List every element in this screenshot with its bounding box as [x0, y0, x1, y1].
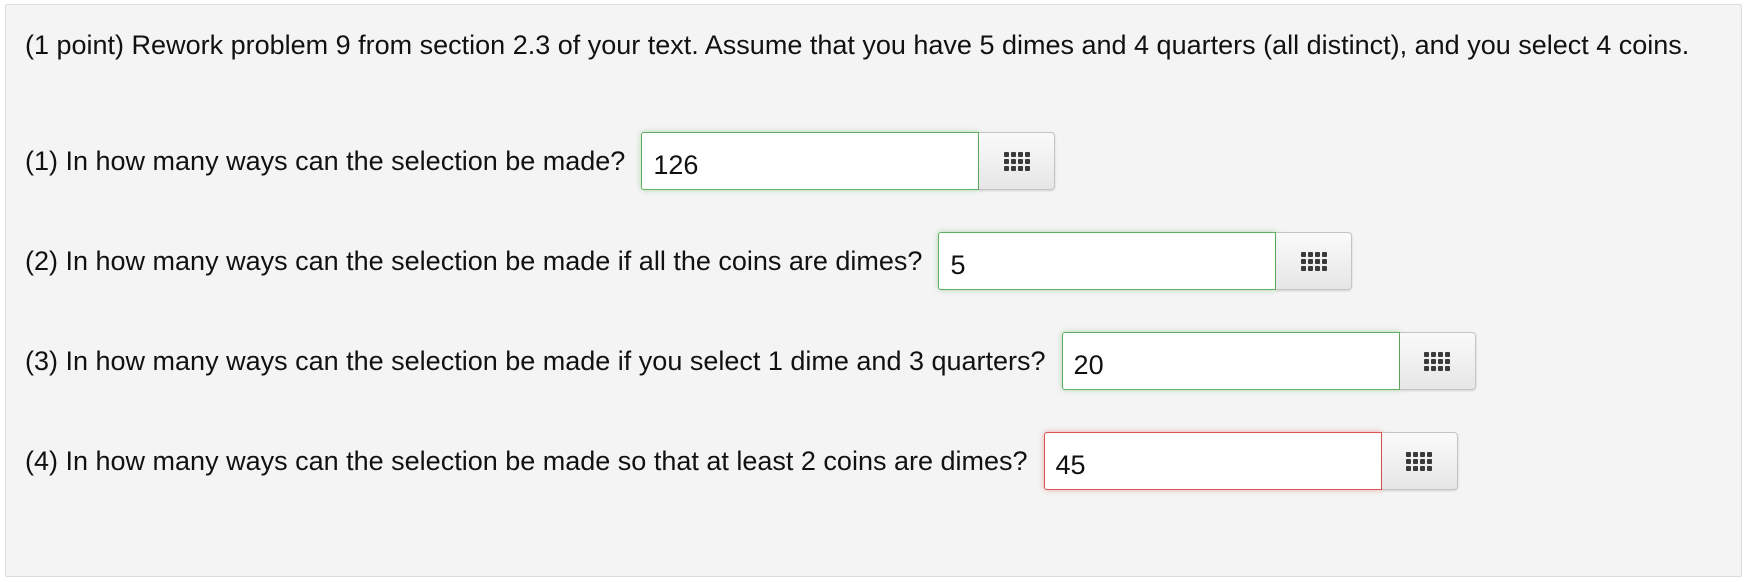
answer-1-palette-button[interactable]: [979, 132, 1056, 190]
question-2: (2) In how many ways can the selection b…: [25, 231, 1353, 291]
question-3: (3) In how many ways can the selection b…: [25, 331, 1476, 391]
problem-panel: (1 point) Rework problem 9 from section …: [5, 4, 1742, 577]
problem-statement: (1 point) Rework problem 9 from section …: [25, 30, 1690, 60]
equation-palette-icon: [1406, 451, 1433, 471]
question-2-text: (2) In how many ways can the selection b…: [25, 245, 923, 276]
answer-4-input[interactable]: [1043, 432, 1382, 490]
answer-3-palette-button[interactable]: [1399, 332, 1476, 390]
answer-4-group: [1043, 432, 1458, 490]
answer-1-input[interactable]: [641, 132, 980, 190]
answer-2-input[interactable]: [938, 232, 1277, 290]
question-1-text: (1) In how many ways can the selection b…: [25, 145, 626, 176]
answer-4-palette-button[interactable]: [1381, 432, 1458, 490]
answer-3-group: [1061, 332, 1476, 390]
answer-2-group: [938, 232, 1353, 290]
question-4-text: (4) In how many ways can the selection b…: [25, 445, 1028, 476]
answer-1-group: [641, 132, 1056, 190]
equation-palette-icon: [1424, 351, 1451, 371]
answer-3-input[interactable]: [1061, 332, 1400, 390]
question-1: (1) In how many ways can the selection b…: [25, 131, 1056, 191]
equation-palette-icon: [1300, 251, 1327, 271]
question-4: (4) In how many ways can the selection b…: [25, 431, 1458, 491]
equation-palette-icon: [1003, 151, 1030, 171]
question-3-text: (3) In how many ways can the selection b…: [25, 345, 1046, 376]
answer-2-palette-button[interactable]: [1276, 232, 1353, 290]
